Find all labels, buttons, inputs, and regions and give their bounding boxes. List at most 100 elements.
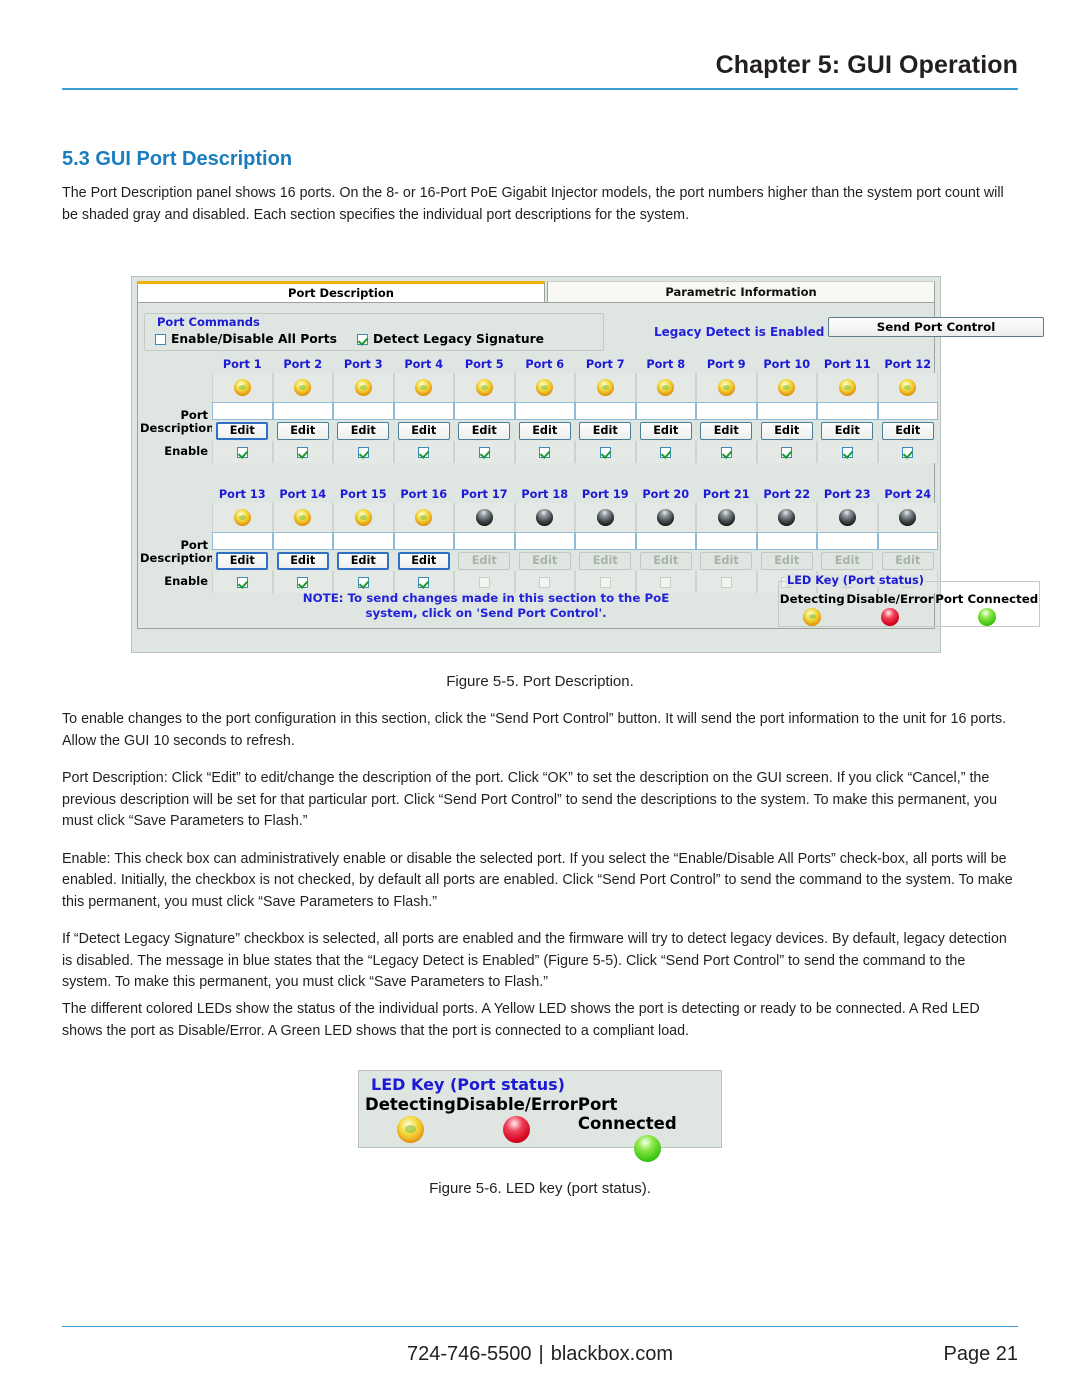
port-led-cell [272,373,333,402]
port-enable-checkbox[interactable] [841,446,853,458]
edit-button[interactable]: Edit [760,421,813,440]
port-description-input[interactable] [696,532,757,550]
port-enable-cell [817,441,878,463]
port-enable-checkbox[interactable] [357,446,369,458]
port-description-input[interactable] [514,532,575,550]
edit-button[interactable]: Edit [700,421,753,440]
port-description-input[interactable] [454,532,515,550]
port-enable-checkbox[interactable] [357,576,369,588]
edit-button[interactable]: Edit [397,551,450,570]
port-column: Port 13 Edit [212,487,273,593]
send-port-control-button[interactable]: Send Port Control [828,317,1044,337]
edit-button[interactable]: Edit [579,421,632,440]
tab-parametric-information[interactable]: Parametric Information [547,281,935,302]
port-enable-checkbox[interactable] [236,576,248,588]
port-description-input[interactable] [635,532,696,550]
port-enable-checkbox[interactable] [902,446,914,458]
port-enable-checkbox[interactable] [781,446,793,458]
port-description-input[interactable] [393,402,454,420]
footer-website[interactable]: blackbox.com [551,1343,673,1365]
port-edit-cell: Edit [877,550,938,571]
port-description-input[interactable] [575,402,636,420]
port-enable-cell [454,571,515,593]
port-enable-checkbox[interactable] [599,446,611,458]
port-enable-checkbox[interactable] [297,576,309,588]
led-key-items-inline: Detecting Disable/Error Port Connected [779,592,1039,626]
port-led-cell [514,503,575,532]
port-description-input[interactable] [333,402,394,420]
port-enable-checkbox[interactable] [720,446,732,458]
port-edit-cell: Edit [877,420,938,441]
edit-button: Edit [760,551,813,570]
port-enable-checkbox[interactable] [297,446,309,458]
port-label: Port 18 [521,488,569,501]
port-description-input[interactable] [696,402,757,420]
edit-button[interactable]: Edit [639,421,692,440]
port-enable-checkbox[interactable] [660,446,672,458]
port-description-input[interactable] [877,532,938,550]
port-description-row-label-2: Port Description [140,539,214,565]
edit-button: Edit [458,551,511,570]
port-description-input[interactable] [817,532,878,550]
edit-button[interactable]: Edit [216,421,269,440]
port-column: Port 5 Edit [454,357,515,463]
port-enable-cell [272,441,333,463]
port-description-input[interactable] [272,532,333,550]
footer-contact: 724-746-5500 | blackbox.com [62,1343,1018,1366]
port-description-input[interactable] [454,402,515,420]
port-description-input[interactable] [272,402,333,420]
port-description-input[interactable] [212,402,273,420]
edit-button: Edit [518,551,571,570]
port-led-cell [333,503,394,532]
led-key-item-label: Detecting [365,1095,456,1114]
edit-button[interactable]: Edit [276,551,329,570]
edit-button[interactable]: Edit [397,421,450,440]
edit-button[interactable]: Edit [216,551,269,570]
port-description-input[interactable] [212,532,273,550]
port-description-input[interactable] [877,402,938,420]
edit-button[interactable]: Edit [821,421,874,440]
footer-separator: | [538,1343,544,1365]
port-description-input[interactable] [756,402,817,420]
port-description-input[interactable] [635,402,696,420]
port-description-input[interactable] [514,402,575,420]
port-enable-cell [756,441,817,463]
port-status-led-icon [354,379,372,396]
footer-page-number: Page 21 [943,1343,1018,1365]
enable-row-label: Enable [164,444,208,458]
port-description-input[interactable] [756,532,817,550]
port-enable-checkbox[interactable] [478,446,490,458]
port-label: Port 24 [884,488,932,501]
edit-button[interactable]: Edit [337,421,390,440]
port-edit-cell: Edit [756,550,817,571]
enable-all-ports-checkbox[interactable] [155,333,166,345]
tab-port-description[interactable]: Port Description [137,281,545,302]
port-enable-checkbox[interactable] [236,446,248,458]
port-status-led-icon [475,379,493,396]
port-description-input[interactable] [817,402,878,420]
port-edit-cell: Edit [575,550,636,571]
port-enable-checkbox[interactable] [418,576,430,588]
port-label: Port 17 [460,488,508,501]
port-description-input[interactable] [575,532,636,550]
edit-button[interactable]: Edit [276,421,329,440]
edit-button[interactable]: Edit [881,421,934,440]
edit-button[interactable]: Edit [458,421,511,440]
port-description-input[interactable] [393,532,454,550]
edit-button[interactable]: Edit [518,421,571,440]
port-description-panel: Port Commands Enable/Disable All Ports D… [137,302,1044,629]
port-enable-cell [575,571,636,593]
send-port-control-note: NOTE: To send changes made in this secti… [266,591,706,621]
port-enable-checkbox[interactable] [539,446,551,458]
figure-5-6-caption: Figure 5-6. LED key (port status). [429,1180,651,1197]
port-edit-cell: Edit [635,550,696,571]
led-key-item: Disable/Error [846,592,934,626]
port-enable-checkbox[interactable] [418,446,430,458]
detect-legacy-signature-checkbox[interactable] [356,333,368,345]
port-commands-checkbox-row: Enable/Disable All Ports Detect Legacy S… [155,332,544,346]
port-column: Port 3 Edit [333,357,394,463]
led-key-item-label: Port Connected [935,592,1039,606]
port-label: Port 3 [343,358,383,371]
port-description-input[interactable] [333,532,394,550]
edit-button[interactable]: Edit [337,551,390,570]
